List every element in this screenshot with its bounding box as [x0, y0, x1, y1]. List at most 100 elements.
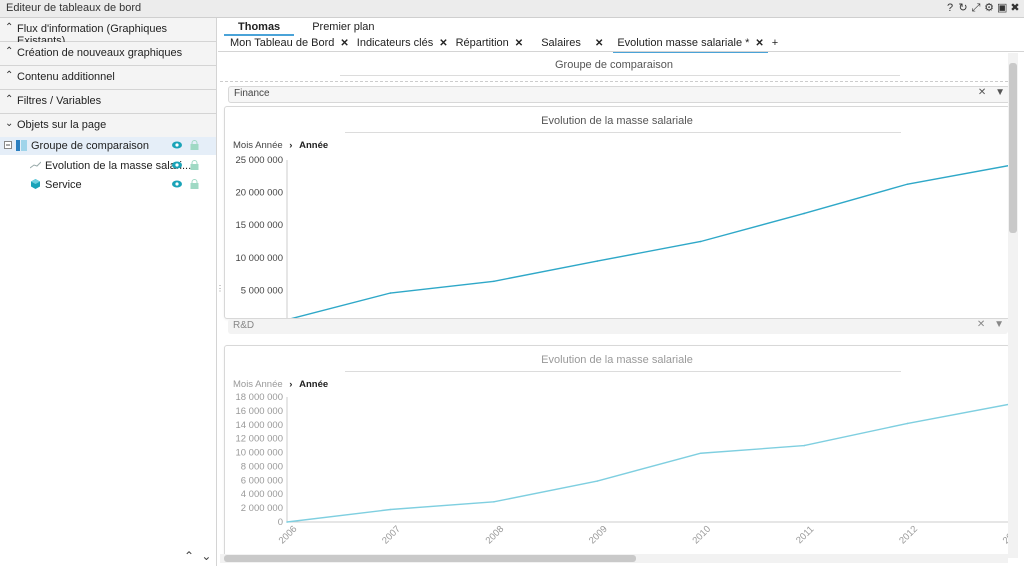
filter-bar-finance[interactable]: Finance ✕ ▼ — [228, 86, 1008, 103]
dropdown-icon[interactable]: ▼ — [995, 87, 1005, 98]
save-icon[interactable]: ▣ — [997, 1, 1007, 15]
close-tab-icon[interactable]: ✕ — [439, 38, 447, 49]
vertical-scrollbar[interactable] — [1008, 53, 1018, 558]
window-titlebar: Editeur de tableaux de bord ? ↻ ⤢ ⚙ ▣ ✖ — [0, 0, 1024, 18]
close-tab-icon[interactable]: ✕ — [340, 38, 348, 49]
section-flux[interactable]: ⌃ Flux d'information (Graphiques Existan… — [0, 18, 216, 47]
section-label: Contenu additionnel — [17, 71, 115, 83]
breadcrumb-parent[interactable]: Mois Année — [233, 379, 283, 390]
breadcrumb-separator-icon: › — [289, 140, 293, 151]
data-point — [389, 508, 392, 511]
visibility-icon[interactable] — [172, 180, 182, 188]
series-line — [286, 403, 1008, 523]
breadcrumb-current: Année — [299, 140, 329, 151]
tree-item-service[interactable]: Service — [0, 176, 216, 194]
close-tab-icon[interactable]: ✕ — [755, 38, 763, 49]
nav-down-icon[interactable]: ⌄ — [201, 549, 211, 563]
tree-item-evolution[interactable]: Evolution de la masse salari... — [0, 157, 216, 175]
group-icon — [16, 140, 27, 151]
y-tick-label: 14 000 000 — [235, 420, 283, 431]
group-title: Groupe de comparaison — [554, 59, 673, 71]
section-label: Création de nouveaux graphiques — [17, 47, 183, 59]
help-icon[interactable]: ? — [945, 1, 955, 15]
chevron-up-icon: ⌃ — [5, 94, 14, 105]
y-tick-label: 12 000 000 — [235, 434, 283, 445]
data-point — [699, 452, 702, 455]
x-tick-label: 2010 — [690, 524, 713, 547]
line-chart-finance[interactable]: 05 000 00010 000 00015 000 00020 000 000… — [225, 153, 1008, 318]
lock-icon[interactable] — [190, 140, 199, 150]
breadcrumb-parent[interactable]: Mois Année — [233, 140, 283, 151]
chevron-up-icon: ⌃ — [5, 70, 14, 81]
x-tick-label: 2011 — [794, 524, 816, 546]
x-tick-label: 2008 — [484, 524, 507, 547]
dashboard-tabs: Mon Tableau de Bord ✕ Indicateurs clés ✕ R… — [226, 36, 782, 53]
clear-filter-icon[interactable]: ✕ — [977, 319, 985, 330]
breadcrumb-current: Année — [299, 379, 329, 390]
cube-icon — [31, 179, 40, 189]
chart-panel-rd: Evolution de la masse salariale Mois Ann… — [224, 345, 1008, 558]
tab-label: Indicateurs clés — [356, 37, 434, 49]
y-tick-label: 15 000 000 — [235, 220, 283, 231]
tab-thomas[interactable]: Thomas — [222, 20, 296, 36]
series-line — [290, 165, 1008, 318]
data-point — [906, 422, 909, 425]
panel-nav: ⌃ ⌄ — [184, 549, 211, 563]
tab-label: Répartition — [455, 37, 509, 49]
filter-bar-rd[interactable]: R&D ✕ ▼ — [228, 319, 1008, 334]
tab-label: Evolution masse salariale * — [617, 37, 750, 49]
drill-breadcrumb: Mois Année › Année — [233, 140, 328, 151]
close-tab-icon[interactable]: ✕ — [515, 38, 523, 49]
section-creation[interactable]: ⌃ Création de nouveaux graphiques — [0, 42, 216, 66]
section-objets[interactable]: ⌄ Objets sur la page — [0, 114, 216, 138]
data-point — [699, 240, 702, 243]
dashboard-canvas: Groupe de comparaison Finance ✕ ▼ Evolut… — [220, 53, 1008, 558]
data-point — [389, 292, 392, 294]
section-label: Filtres / Variables — [17, 95, 102, 107]
tab-repartition[interactable]: Répartition ✕ — [452, 36, 528, 50]
dropdown-icon[interactable]: ▼ — [994, 319, 1004, 330]
tree-item-groupe[interactable]: Groupe de comparaison — [0, 137, 216, 155]
lock-icon[interactable] — [190, 160, 199, 170]
filter-value: R&D — [233, 320, 255, 331]
tree-item-label: Groupe de comparaison — [31, 140, 150, 152]
y-tick-label: 8 000 000 — [241, 461, 283, 472]
tab-label: Salaires — [541, 37, 581, 49]
section-filtres[interactable]: ⌃ Filtres / Variables — [0, 90, 216, 114]
refresh-icon[interactable]: ↻ — [958, 1, 968, 15]
drill-breadcrumb: Mois Année › Année — [233, 379, 328, 390]
x-tick-label: 2007 — [380, 524, 403, 547]
tab-premier-plan[interactable]: Premier plan — [296, 20, 390, 34]
y-tick-label: 10 000 000 — [235, 253, 283, 264]
tab-indicateurs[interactable]: Indicateurs clés ✕ — [353, 36, 452, 50]
sidebar: ⌃ Flux d'information (Graphiques Existan… — [0, 18, 217, 566]
window-controls: ? ↻ ⤢ ⚙ ▣ ✖ — [945, 1, 1020, 15]
y-tick-label: 2 000 000 — [241, 503, 283, 514]
lock-icon[interactable] — [190, 179, 199, 189]
expand-icon[interactable]: ⤢ — [971, 1, 981, 15]
close-tab-icon[interactable]: ✕ — [595, 38, 603, 49]
tab-mon-tableau[interactable]: Mon Tableau de Bord ✕ — [226, 36, 353, 50]
y-tick-label: 0 — [278, 517, 283, 528]
tab-evolution[interactable]: Evolution masse salariale * ✕ — [613, 36, 769, 53]
settings-icon[interactable]: ⚙ — [984, 1, 994, 15]
filter-controls: ✕ ▼ — [977, 319, 1004, 330]
collapse-icon[interactable] — [4, 141, 12, 149]
y-tick-label: 4 000 000 — [241, 489, 283, 500]
add-tab-button[interactable]: + — [768, 36, 782, 50]
visibility-icon[interactable] — [172, 161, 182, 169]
tab-salaires[interactable]: Salaires ✕ — [537, 36, 607, 50]
scroll-thumb[interactable] — [224, 555, 636, 562]
section-contenu[interactable]: ⌃ Contenu additionnel — [0, 66, 216, 90]
line-chart-icon — [30, 161, 41, 169]
close-icon[interactable]: ✖ — [1010, 1, 1020, 15]
visibility-icon[interactable] — [172, 141, 182, 149]
data-point — [596, 480, 599, 482]
clear-filter-icon[interactable]: ✕ — [978, 87, 986, 98]
nav-up-icon[interactable]: ⌃ — [184, 549, 194, 563]
scroll-thumb[interactable] — [1009, 63, 1017, 233]
y-tick-label: 5 000 000 — [241, 285, 283, 296]
line-chart-rd[interactable]: 0 2 000 000 4 000 000 6 000 000 8 000 000 10 … — [225, 392, 1008, 558]
horizontal-scrollbar[interactable] — [220, 554, 1008, 563]
filter-controls: ✕ ▼ — [978, 87, 1005, 98]
